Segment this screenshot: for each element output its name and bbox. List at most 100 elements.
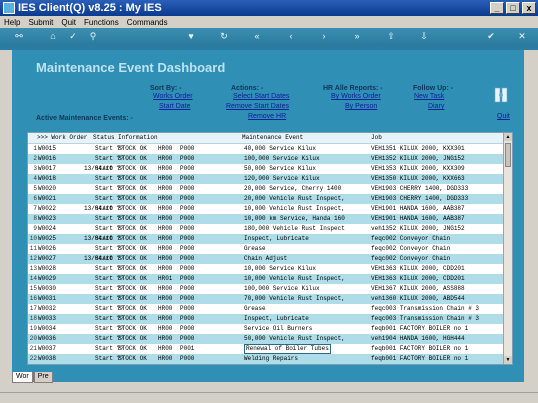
by-works-order-link[interactable]: By Works Order [331, 93, 381, 100]
minimize-button[interactable]: _ [490, 2, 504, 14]
check-icon[interactable]: ✓ [68, 31, 78, 41]
by-person-link[interactable]: By Person [345, 103, 377, 110]
scroll-up-arrow[interactable]: ▲ [504, 133, 512, 141]
table-row[interactable]: 7 W0022 13/04/10 Start ?? STOCK OK HR00 P000 10… [28, 204, 512, 214]
actions-header: Actions: - [231, 85, 264, 92]
table-row[interactable]: 11 W0026 Start ?? STOCK OK HR00 P000 Grease feq… [28, 244, 512, 254]
table-row[interactable]: 6 W0021 Start ?? STOCK OK HR00 P000 20,000 Veh… [28, 194, 512, 204]
job-cell: VEH1350 KILUX 2000, KXX663 [371, 175, 465, 182]
event-cell: 120,000 Service Kilux [244, 175, 320, 182]
table-row[interactable]: 3 W0017 13/04/10 Start ?? STOCK OK HR00 P000 50… [28, 164, 512, 174]
maximize-button[interactable]: □ [506, 2, 520, 14]
next-icon[interactable]: › [319, 31, 329, 41]
close-icon[interactable]: ✕ [517, 31, 527, 41]
event-cell: 100,000 Service Kilux [244, 285, 320, 292]
job-cell: VEH1901 HANDA 1600, AAB387 [371, 205, 465, 212]
event-cell: 100,000 Service Kilux [244, 155, 320, 162]
search-icon[interactable]: ⚲ [88, 31, 98, 41]
remove-hr-link[interactable]: Remove HR [248, 113, 286, 120]
new-task-link[interactable]: New Task [414, 93, 444, 100]
p-cell: P000 [180, 165, 195, 172]
refresh-icon[interactable]: ↻ [219, 31, 229, 41]
table-row[interactable]: 2 W0016 Start ?? STOCK OK HR00 P000 100,000 Se… [28, 154, 512, 164]
menu-submit[interactable]: Submit [24, 18, 57, 27]
table-row[interactable]: 20 W0036 Start ?? STOCK OK HR00 P000 50,000 Ve… [28, 334, 512, 344]
quit-icon[interactable] [494, 86, 508, 106]
hr-cell: HR00 [158, 245, 173, 252]
p-cell: P000 [180, 255, 195, 262]
vertical-scrollbar[interactable]: ▲ ▼ [503, 133, 512, 364]
up-icon[interactable]: ⇧ [386, 31, 396, 41]
home-icon[interactable]: ⌂ [48, 31, 58, 41]
hr-cell: HR00 [158, 265, 173, 272]
col-job[interactable]: Job [371, 133, 382, 143]
stock-cell: STOCK OK [118, 265, 147, 272]
tab-pre[interactable]: Pre [33, 372, 53, 383]
table-row[interactable]: 12 W0027 13/04/10 Start ?? STOCK OK HR00 P000 C… [28, 254, 512, 264]
hr-cell: HR00 [158, 335, 173, 342]
stock-cell: STOCK OK [118, 205, 147, 212]
table-row[interactable]: 22 W0038 Start ?? STOCK OK HR00 P000 Welding R… [28, 354, 512, 364]
sort-start-date-link[interactable]: Start Date [159, 103, 191, 110]
menu-functions[interactable]: Functions [80, 18, 123, 27]
col-work-order[interactable]: >>> Work Order [37, 133, 87, 143]
table-row[interactable]: 4 W0018 Start ?? STOCK OK HR00 P000 120,000 Se… [28, 174, 512, 184]
sort-works-order-link[interactable]: Works Order [153, 93, 193, 100]
heart-icon[interactable]: ♥ [186, 31, 196, 41]
work-order-cell: W0016 [38, 155, 57, 162]
check-circle-icon[interactable]: ✔ [486, 31, 496, 41]
page-title: Maintenance Event Dashboard [36, 60, 226, 75]
close-button[interactable]: x [522, 2, 536, 14]
table-row[interactable]: 19 W0034 Start ?? STOCK OK HR00 P000 Service O… [28, 324, 512, 334]
table-row[interactable]: 21 W0037 Start ?? STOCK OK HR00 P001 Renewal o… [28, 344, 512, 354]
table-row[interactable]: 1 W0015 Start ?? STOCK OK HR00 P000 40,000 Ser… [28, 144, 512, 154]
row-number: 3 [33, 165, 37, 172]
job-cell: veh1904 HANDA 1600, HGH444 [371, 335, 465, 342]
table-row[interactable]: 5 W0020 Start ?? STOCK OK HR00 P000 20,000 Ser… [28, 184, 512, 194]
table-row[interactable]: 9 W0024 Start ?? STOCK OK HR00 P000 180,000 Ve… [28, 224, 512, 234]
col-information[interactable]: Information [118, 133, 158, 143]
down-icon[interactable]: ⇩ [419, 31, 429, 41]
tab-wor[interactable]: Wor [12, 372, 33, 383]
stock-cell: STOCK OK [118, 355, 147, 362]
work-order-cell: W0022 [38, 205, 57, 212]
table-row[interactable]: 14 W0029 Start ?? STOCK OK HR01 P000 10,000 Ve… [28, 274, 512, 284]
stock-cell: STOCK OK [118, 185, 147, 192]
scroll-down-arrow[interactable]: ▼ [504, 356, 512, 364]
menu-help[interactable]: Help [0, 18, 24, 27]
stock-cell: STOCK OK [118, 215, 147, 222]
row-number: 11 [29, 245, 37, 252]
table-row[interactable]: 8 W0023 Start ?? STOCK OK HR00 P000 10,000 km … [28, 214, 512, 224]
job-cell: VEH1352 KILUX 2000, JNG152 [371, 155, 465, 162]
work-order-cell: W0036 [38, 335, 57, 342]
last-icon[interactable]: » [352, 31, 362, 41]
job-cell: VEH1903 CHERRY 1400, DGD333 [371, 185, 469, 192]
prev-icon[interactable]: ‹ [286, 31, 296, 41]
select-start-dates-link[interactable]: Select Start Dates [233, 93, 289, 100]
work-order-cell: W0031 [38, 295, 57, 302]
event-cell: 50,000 Service Kilux [244, 165, 317, 172]
scroll-thumb[interactable] [505, 143, 511, 167]
col-maintenance-event[interactable]: Maintenance Event [242, 133, 303, 143]
stock-cell: STOCK OK [118, 255, 147, 262]
stock-cell: STOCK OK [118, 335, 147, 342]
table-row[interactable]: 15 W0030 Start ?? STOCK OK HR00 P000 100,000 S… [28, 284, 512, 294]
table-row[interactable]: 10 W0025 13/04/10 Start ?? STOCK OK HR00 P000 I… [28, 234, 512, 244]
stock-cell: STOCK OK [118, 315, 147, 322]
first-icon[interactable]: « [252, 31, 262, 41]
menu-quit[interactable]: Quit [57, 18, 80, 27]
menu-commands[interactable]: Commands [123, 18, 172, 27]
diary-link[interactable]: Diary [428, 103, 444, 110]
table-row[interactable]: 16 W0031 Start ?? STOCK OK HR00 P000 70,000 Ve… [28, 294, 512, 304]
event-cell: Welding Repairs [244, 355, 299, 362]
table-row[interactable]: 18 W0033 Start ?? STOCK OK HR00 P000 Inspect, … [28, 314, 512, 324]
remove-start-dates-link[interactable]: Remove Start Dates [226, 103, 289, 110]
table-row[interactable]: 13 W0028 Start ?? STOCK OK HR00 P000 10,000 Se… [28, 264, 512, 274]
hr-cell: HR00 [158, 225, 173, 232]
stock-cell: STOCK OK [118, 275, 147, 282]
col-status[interactable]: Status [93, 133, 115, 143]
key-icon[interactable]: ⚯ [14, 31, 24, 41]
job-cell: feqb001 FACTORY BOILER no 1 [371, 345, 469, 352]
quit-link[interactable]: Quit [497, 113, 510, 120]
table-row[interactable]: 17 W0032 Start ?? STOCK OK HR00 P000 Grease feq… [28, 304, 512, 314]
